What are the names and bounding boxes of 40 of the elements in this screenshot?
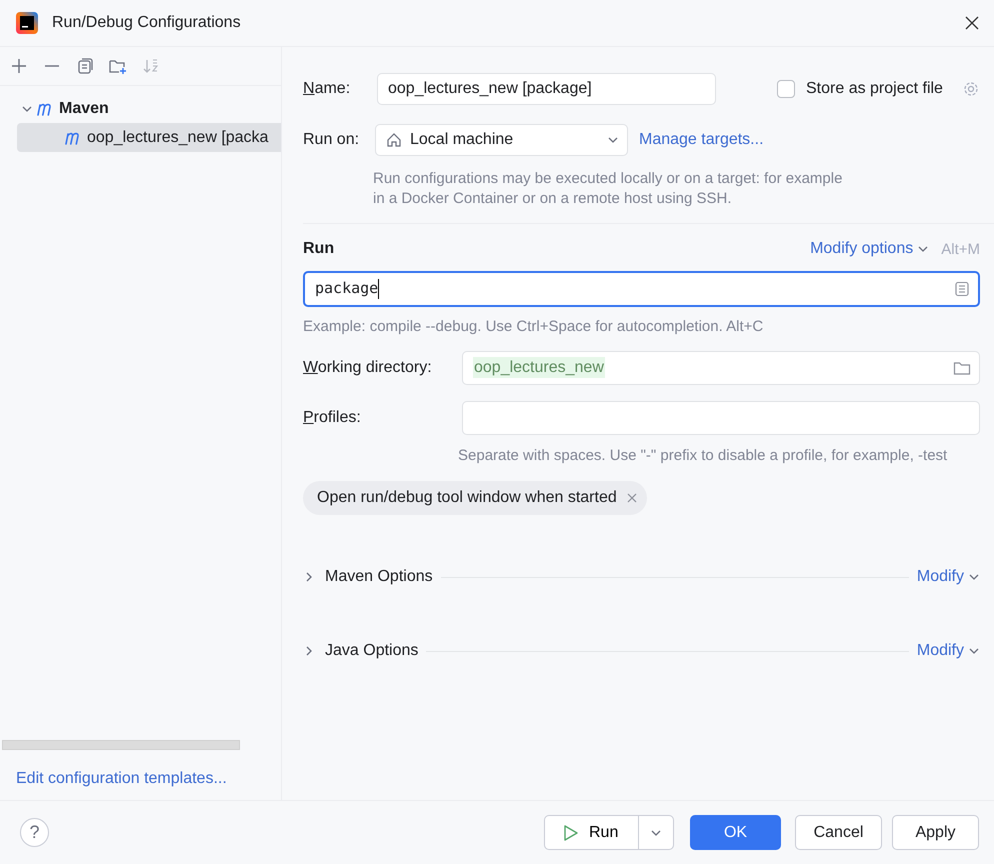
section-title: Run xyxy=(303,240,336,258)
document-icon[interactable] xyxy=(954,281,970,297)
command-field[interactable]: package xyxy=(303,271,980,307)
dialog-button[interactable]: Apply xyxy=(892,815,979,850)
profiles-field[interactable] xyxy=(462,401,980,435)
help-button[interactable]: ? xyxy=(20,818,49,847)
folder-icon[interactable] xyxy=(953,360,971,376)
manage-targets-link[interactable]: Manage targets... xyxy=(639,131,764,149)
modify-link[interactable]: Modify xyxy=(916,568,980,586)
gear-icon[interactable] xyxy=(962,80,980,98)
tree-item[interactable]: oop_lectures_new [packa xyxy=(17,123,281,152)
name-label: Name: xyxy=(303,80,352,98)
dialog-button[interactable]: Cancel xyxy=(795,815,882,850)
run-split-button[interactable]: Run xyxy=(544,815,674,850)
store-checkbox[interactable] xyxy=(777,80,795,98)
app-logo-icon xyxy=(16,12,38,34)
option-tag-label: Open run/debug tool window when started xyxy=(317,489,617,507)
command-hint: Example: compile --debug. Use Ctrl+Space for autocompletion. Alt+C xyxy=(303,317,764,337)
close-icon[interactable] xyxy=(965,16,979,30)
tree-item[interactable]: Maven xyxy=(17,94,281,123)
section-title: Java Options xyxy=(325,642,418,660)
modify-options-link[interactable]: Modify options xyxy=(810,240,930,258)
modify-link[interactable]: Modify xyxy=(916,642,980,660)
section-title: Maven Options xyxy=(325,568,433,586)
run-on-dropdown[interactable]: Local machine xyxy=(375,124,628,156)
house-icon xyxy=(386,132,402,148)
play-icon xyxy=(563,824,579,842)
profiles-hint: Separate with spaces. Use "-" prefix to disable a profile, for example, -test xyxy=(458,446,948,466)
profiles-label: Profiles: xyxy=(303,409,362,427)
run-on-hint: Run configurations may be executed locally or on a target: for example in a Docker Container or on a remote host using SSH. xyxy=(373,169,843,209)
window-title: Run/Debug Configurations xyxy=(52,14,242,32)
store-checkbox-label: Store as project file xyxy=(806,80,944,98)
run-on-label: Run on: xyxy=(303,131,360,149)
run-button[interactable]: Run xyxy=(545,816,639,849)
horizontal-scrollbar[interactable] xyxy=(2,740,240,750)
dialog-button[interactable]: OK xyxy=(690,815,781,850)
name-field[interactable]: oop_lectures_new [package] xyxy=(377,73,716,105)
shortcut-hint: Alt+M xyxy=(941,240,980,258)
working-directory-label: Working directory: xyxy=(303,359,433,377)
edit-templates-link[interactable]: Edit configuration templates... xyxy=(16,770,281,788)
